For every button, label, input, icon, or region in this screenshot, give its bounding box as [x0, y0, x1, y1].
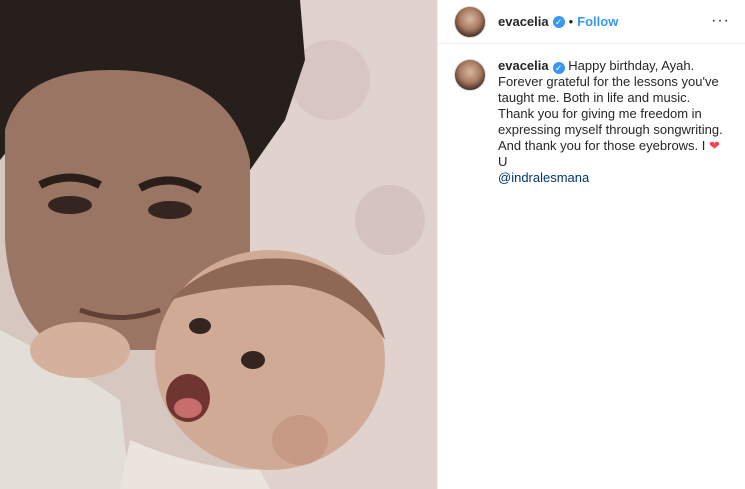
- caption-username[interactable]: evacelia: [498, 58, 549, 73]
- header-username[interactable]: evacelia: [498, 14, 549, 29]
- caption-comment: evacelia ✓ Happy birthday, Ayah. Forever …: [438, 44, 745, 186]
- follow-button[interactable]: Follow: [577, 14, 618, 29]
- photo-illustration: [0, 0, 437, 489]
- mention-link[interactable]: @indralesmana: [498, 170, 589, 185]
- verified-badge-icon: ✓: [552, 62, 565, 74]
- verified-badge-icon: ✓: [552, 15, 565, 28]
- more-options-icon[interactable]: ···: [711, 12, 730, 30]
- caption-avatar[interactable]: [454, 59, 486, 91]
- caption-text: evacelia ✓ Happy birthday, Ayah. Forever …: [498, 58, 728, 186]
- post-photo[interactable]: [0, 0, 437, 489]
- post-side-panel: evacelia ✓ • Follow ··· evacelia ✓ Happy …: [437, 0, 745, 489]
- post-header: evacelia ✓ • Follow ···: [438, 0, 745, 44]
- heart-icon: ❤: [709, 138, 720, 153]
- caption-body-end: U: [498, 154, 508, 169]
- avatar[interactable]: [454, 5, 486, 38]
- separator-dot: •: [568, 14, 574, 29]
